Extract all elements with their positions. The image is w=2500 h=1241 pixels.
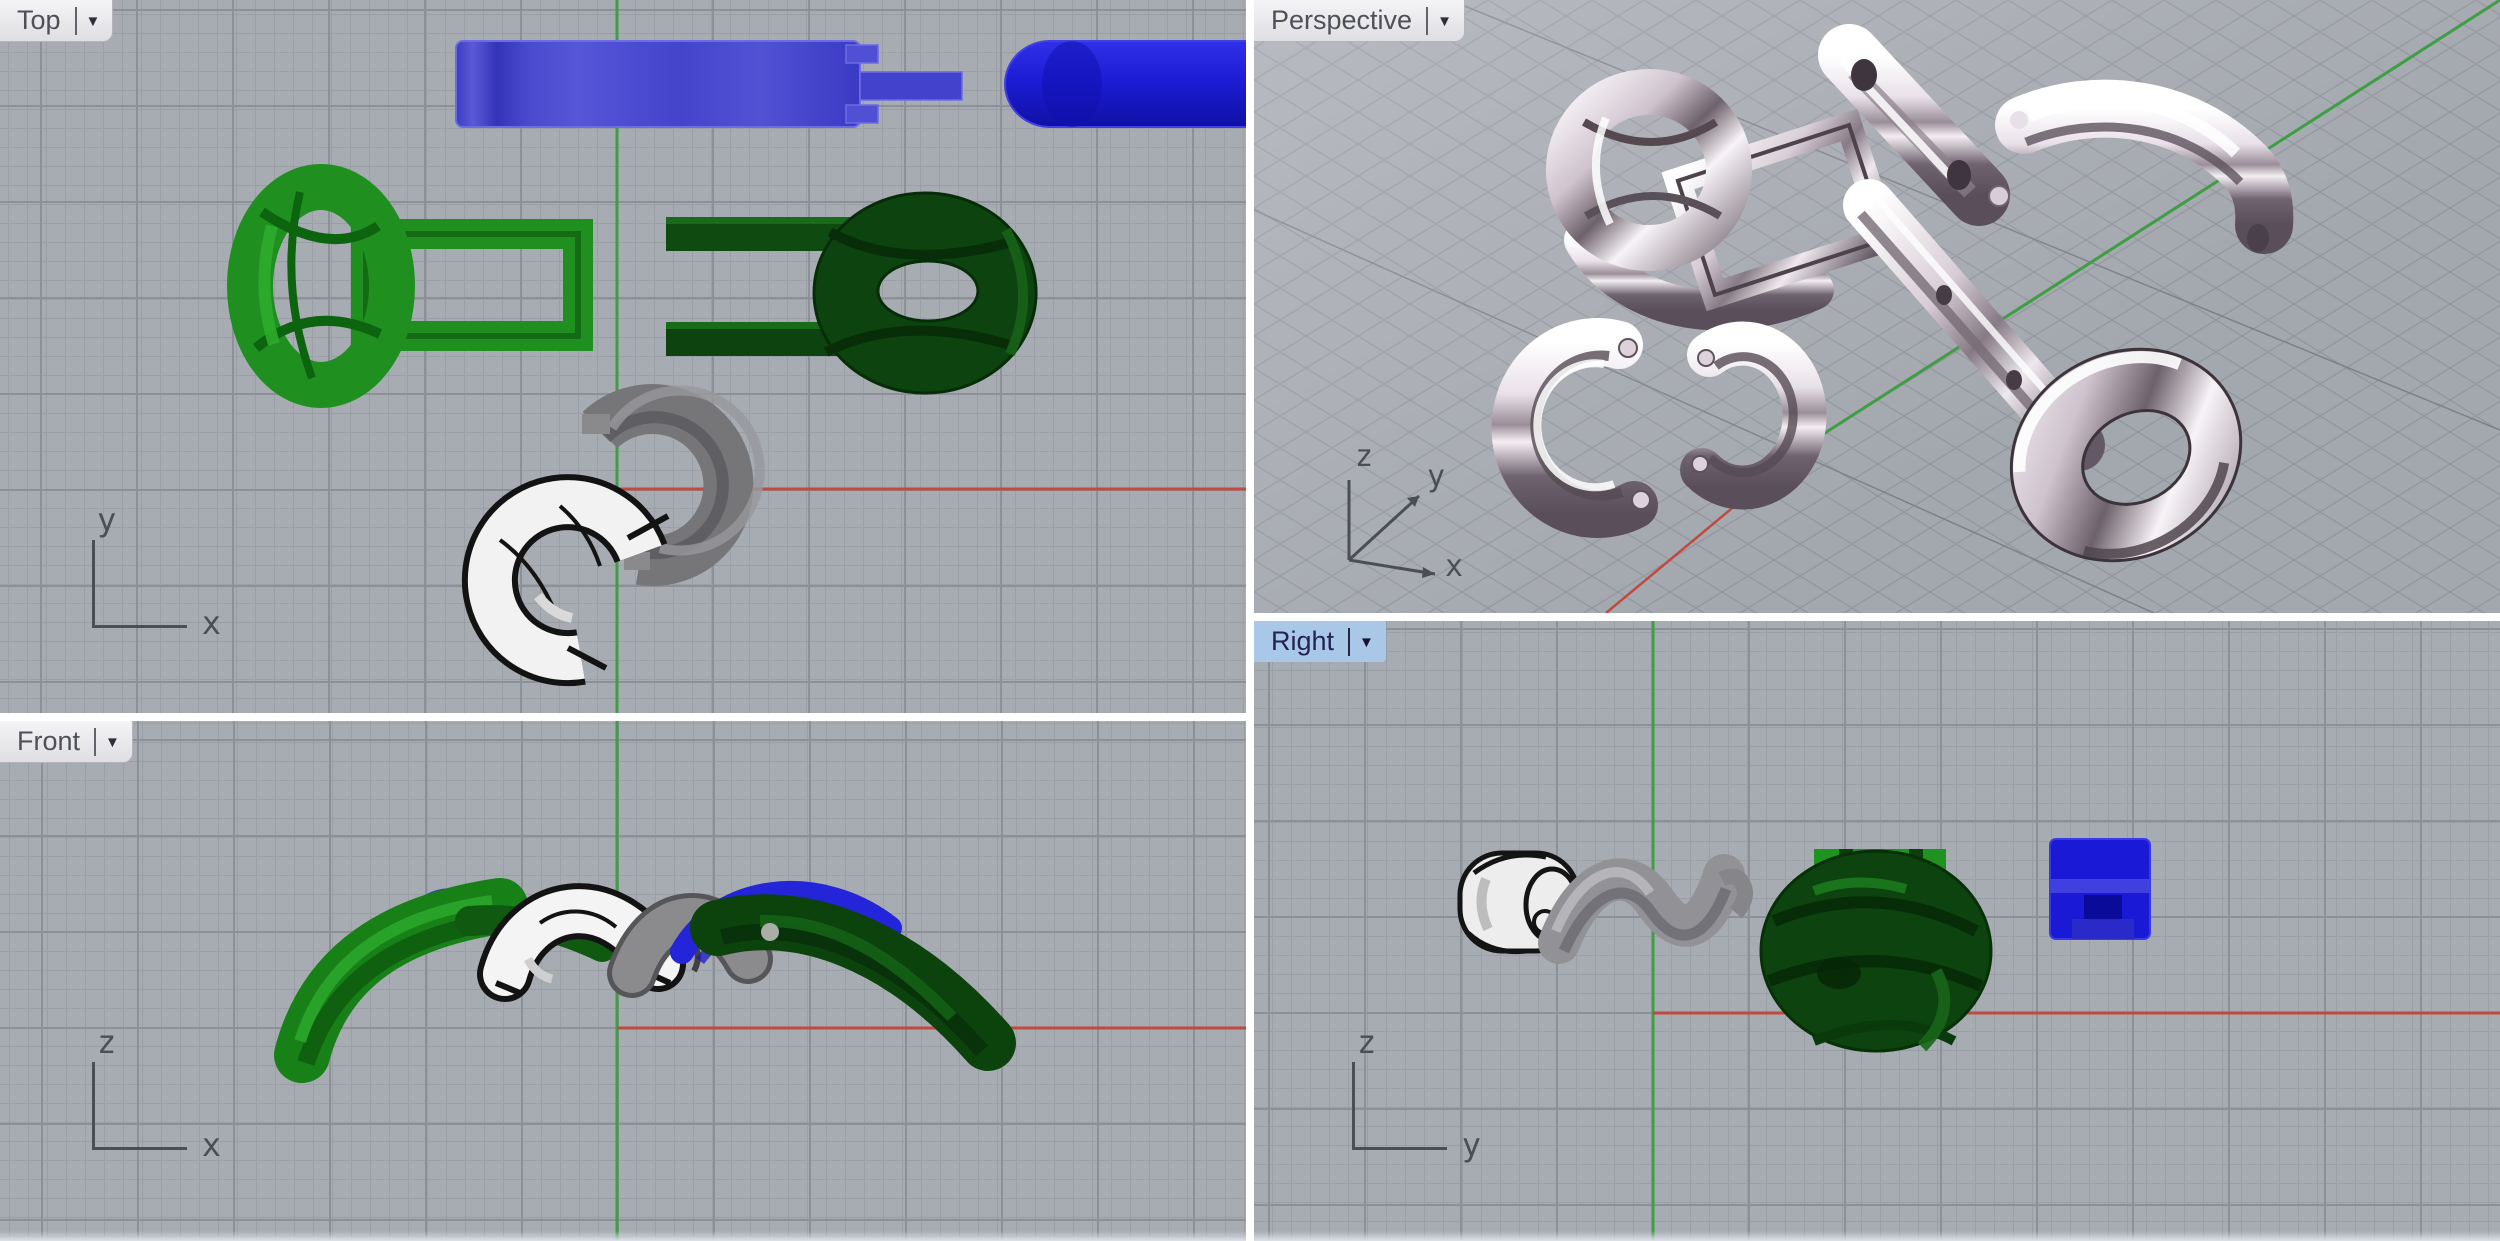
right-scene[interactable] bbox=[1254, 621, 2500, 1241]
viewport-perspective[interactable]: Perspective ▼ z y x bbox=[1254, 0, 2500, 613]
perspective-scene[interactable] bbox=[1254, 0, 2500, 613]
object-green-arm-right[interactable] bbox=[690, 894, 1016, 1071]
hole-detail bbox=[1947, 160, 1971, 190]
viewport-tab-front[interactable]: Front ▼ bbox=[0, 721, 133, 763]
blue-capsule bbox=[1004, 40, 1246, 128]
chevron-down-icon[interactable]: ▼ bbox=[1437, 13, 1452, 30]
shading-detail bbox=[845, 104, 879, 124]
viewport-tab-perspective[interactable]: Perspective ▼ bbox=[1254, 0, 1465, 42]
viewport-tab-label: Right bbox=[1271, 626, 1335, 656]
shading-detail bbox=[2010, 111, 2028, 129]
shading-detail bbox=[582, 414, 610, 434]
viewport-right[interactable]: Right ▼ z y bbox=[1254, 621, 2500, 1241]
object-green-clasp-right[interactable] bbox=[666, 191, 1038, 395]
hole-detail bbox=[761, 923, 779, 941]
tab-separator bbox=[94, 727, 97, 756]
object-blue-slide-body[interactable] bbox=[455, 40, 963, 128]
blue-body bbox=[455, 40, 861, 128]
blue-tab bbox=[859, 71, 963, 101]
green-knot-ring-dark bbox=[812, 191, 1038, 395]
hole-detail bbox=[2247, 224, 2269, 252]
hole-detail bbox=[1851, 59, 1877, 91]
hole-detail bbox=[2006, 370, 2022, 390]
viewport-tab-label: Top bbox=[17, 5, 61, 35]
shading-detail bbox=[1817, 957, 1861, 989]
top-scene[interactable] bbox=[0, 0, 1246, 713]
viewport-top[interactable]: Top ▼ y x bbox=[0, 0, 1246, 713]
shading-detail bbox=[534, 592, 574, 623]
tab-separator bbox=[74, 6, 77, 35]
tab-separator bbox=[1426, 6, 1429, 35]
front-scene[interactable] bbox=[0, 721, 1246, 1241]
chevron-down-icon[interactable]: ▼ bbox=[86, 13, 101, 30]
shading-detail bbox=[2072, 919, 2134, 939]
shading-detail bbox=[1988, 185, 2010, 207]
chevron-down-icon[interactable]: ▼ bbox=[1359, 634, 1374, 651]
hole-detail bbox=[1936, 285, 1952, 305]
object-green-clasp-left[interactable] bbox=[227, 164, 593, 408]
shading-detail bbox=[1697, 349, 1715, 367]
shading-detail bbox=[845, 44, 879, 64]
shading-detail bbox=[1691, 455, 1709, 473]
tab-separator bbox=[1348, 627, 1351, 656]
viewport-front[interactable]: Front ▼ z x bbox=[0, 721, 1246, 1241]
shading-detail bbox=[666, 217, 862, 224]
shading-detail bbox=[1631, 490, 1651, 510]
chevron-down-icon[interactable]: ▼ bbox=[105, 734, 120, 751]
object-blue-bracket[interactable] bbox=[2049, 838, 2151, 940]
shading-detail bbox=[2050, 879, 2150, 893]
shading-detail bbox=[1618, 338, 1638, 358]
object-gray-s-link[interactable] bbox=[1538, 854, 1753, 964]
viewport-tab-right[interactable]: Right ▼ bbox=[1254, 621, 1386, 662]
object-green-knot-ball[interactable] bbox=[1759, 849, 1993, 1053]
viewport-tab-label: Perspective bbox=[1271, 5, 1413, 35]
shading-detail bbox=[1042, 41, 1102, 127]
object-blue-slide-cap[interactable] bbox=[1004, 40, 1246, 128]
viewport-tab-top[interactable]: Top ▼ bbox=[0, 0, 114, 42]
viewport-tab-label: Front bbox=[17, 726, 81, 756]
